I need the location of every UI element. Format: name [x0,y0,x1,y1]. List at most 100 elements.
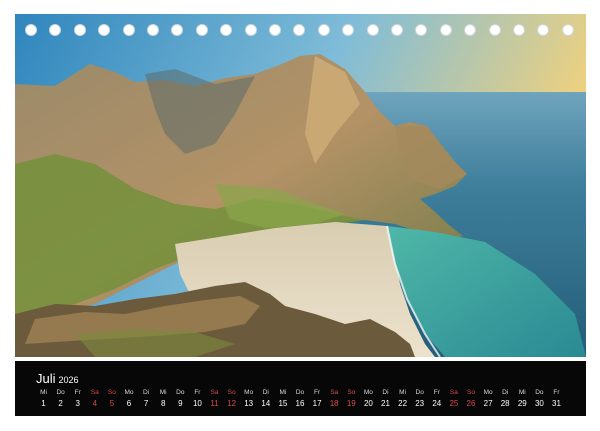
binding-hole [561,24,574,36]
weekday-label: Fr [314,389,321,396]
day-cell: So 19 [343,361,360,416]
day-number: 20 [363,399,373,408]
day-number: 1 [41,399,46,408]
day-number: 24 [432,399,442,408]
day-cell: Mi 1 [35,361,52,416]
calendar-month-bar: Juli 2026 Mi 1 Do 2 Fr 3 Sa 4 So 5 Mo 6 Di 7 Mi 8 Do 9 Fr 10… [15,361,586,416]
binding-hole [513,24,525,36]
weekday-label: Mo [363,389,373,396]
day-cell: Di 21 [377,361,394,416]
weekday-label: Mo [124,389,134,396]
day-cell: Mo 27 [480,361,497,416]
binding-hole [147,24,159,36]
day-number: 10 [192,399,202,408]
day-number: 18 [329,399,339,408]
day-number: 8 [160,399,166,408]
binding-hole [244,24,257,36]
binding-hole [122,24,135,36]
weekday-label: Mi [40,389,47,396]
day-cell: Sa 11 [206,361,223,416]
day-number: 14 [261,399,271,408]
day-number: 7 [143,399,149,408]
weekday-label: Do [295,389,305,396]
day-number: 31 [552,399,561,408]
binding-hole [488,24,501,36]
weekday-label: Mo [244,389,254,396]
day-cell: Do 23 [411,361,428,416]
landscape-illustration [15,14,586,357]
weekday-label: Mi [518,389,526,396]
binding-hole [366,24,379,36]
day-number: 11 [210,399,219,408]
day-number: 26 [466,399,476,408]
day-number: 17 [312,399,322,408]
day-cell: Mi 29 [514,361,531,416]
weekday-label: Di [502,389,509,396]
weekday-label: Mi [399,389,407,396]
day-number: 6 [126,399,132,408]
landscape-photo [15,14,586,357]
weekday-label: Sa [449,389,458,396]
binding-hole [391,24,403,36]
day-number: 27 [483,399,493,408]
binding-hole [73,24,86,36]
binding-hole [464,24,477,36]
day-cell: Do 2 [52,361,69,416]
binding-holes [15,24,586,38]
weekday-label: Fr [553,389,560,396]
binding-hole [269,24,281,36]
weekday-label: So [227,389,236,396]
weekday-label: Sa [210,389,219,396]
day-number: 30 [534,399,544,408]
weekday-label: Mo [483,389,493,396]
day-cell: Mo 20 [360,361,377,416]
day-cell: So 26 [463,361,480,416]
weekday-label: So [467,389,475,396]
weekday-label: Sa [330,389,339,396]
weekday-label: Fr [194,389,201,396]
binding-hole [415,24,428,36]
weekday-label: Mi [279,389,287,396]
weekday-label: Do [535,389,544,396]
day-number: 9 [178,399,183,408]
day-cell: Do 9 [172,361,189,416]
day-number: 4 [92,399,98,408]
weekday-label: So [107,389,116,396]
day-cell: So 5 [103,361,120,416]
day-cell: Mi 22 [394,361,411,416]
binding-hole [342,24,355,36]
day-number: 25 [449,399,459,408]
day-number: 13 [244,399,254,408]
calendar-page: Juli 2026 Mi 1 Do 2 Fr 3 Sa 4 So 5 Mo 6 Di 7 Mi 8 Do 9 Fr 10… [0,0,600,431]
binding-hole [195,24,208,36]
weekday-label: Fr [74,389,81,396]
day-cell: Fr 31 [548,361,565,416]
day-number: 21 [381,399,390,408]
day-cell: Fr 17 [309,361,326,416]
binding-hole [98,24,111,36]
day-cell: So 12 [223,361,240,416]
binding-hole [439,24,452,36]
day-cell: Do 30 [531,361,548,416]
day-cell: Di 28 [497,361,514,416]
day-number: 2 [58,399,63,408]
day-number: 23 [415,399,425,408]
day-cell: Fr 3 [69,361,86,416]
weekday-label: Mi [159,389,167,396]
day-number: 15 [278,399,288,408]
day-number: 12 [227,399,237,408]
binding-hole [25,24,37,36]
weekday-label: Do [415,389,424,396]
day-cell: Sa 25 [445,361,462,416]
day-number: 16 [295,399,305,408]
day-cell: Sa 18 [326,361,343,416]
day-cell: Di 7 [138,361,155,416]
day-cell: Di 14 [257,361,274,416]
weekday-label: Do [176,389,185,396]
binding-hole [317,24,330,36]
day-number: 5 [109,399,115,408]
day-cell: Fr 10 [189,361,206,416]
weekday-label: Di [382,389,389,396]
day-number: 19 [346,399,356,408]
day-cell: Do 16 [292,361,309,416]
